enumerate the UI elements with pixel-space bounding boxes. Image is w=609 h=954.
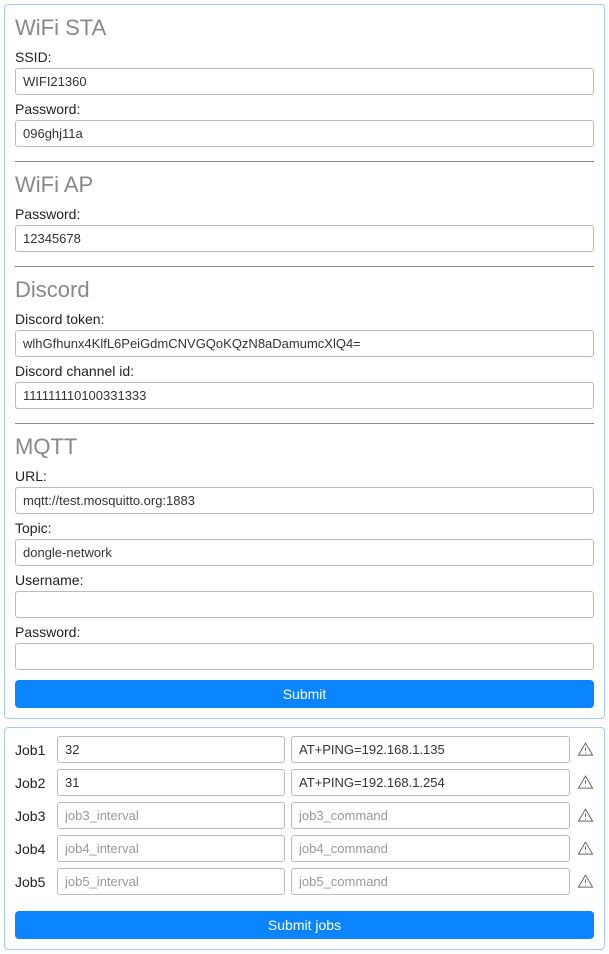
warning-icon[interactable] xyxy=(576,741,594,759)
warning-icon[interactable] xyxy=(576,840,594,858)
submit-button[interactable]: Submit xyxy=(15,680,594,708)
job-command-input[interactable] xyxy=(291,835,570,862)
job-interval-input[interactable] xyxy=(57,802,285,829)
mqtt-username-label: Username: xyxy=(15,572,594,588)
divider xyxy=(15,161,594,162)
job-command-input[interactable] xyxy=(291,736,570,763)
mqtt-url-label: URL: xyxy=(15,468,594,484)
wifi-ap-password-input[interactable] xyxy=(15,225,594,252)
job-interval-input[interactable] xyxy=(57,868,285,895)
divider xyxy=(15,423,594,424)
job-interval-input[interactable] xyxy=(57,835,285,862)
job-interval-input[interactable] xyxy=(57,736,285,763)
wifi-sta-password-label: Password: xyxy=(15,101,594,117)
job-command-input[interactable] xyxy=(291,769,570,796)
warning-icon[interactable] xyxy=(576,807,594,825)
job-command-input[interactable] xyxy=(291,802,570,829)
mqtt-password-input[interactable] xyxy=(15,643,594,670)
wifi-ap-heading: WiFi AP xyxy=(15,172,594,198)
mqtt-username-input[interactable] xyxy=(15,591,594,618)
discord-channel-input[interactable] xyxy=(15,382,594,409)
job-row: Job4 xyxy=(15,835,594,862)
warning-icon[interactable] xyxy=(576,774,594,792)
jobs-panel: Job1 Job2 Job3 Job4 Job5 Submit jobs xyxy=(4,727,605,950)
job-label: Job1 xyxy=(15,742,51,758)
mqtt-topic-label: Topic: xyxy=(15,520,594,536)
job-label: Job3 xyxy=(15,808,51,824)
job-row: Job5 xyxy=(15,868,594,895)
job-label: Job5 xyxy=(15,874,51,890)
job-interval-input[interactable] xyxy=(57,769,285,796)
job-row: Job3 xyxy=(15,802,594,829)
job-label: Job4 xyxy=(15,841,51,857)
discord-token-label: Discord token: xyxy=(15,311,594,327)
job-row: Job1 xyxy=(15,736,594,763)
warning-icon[interactable] xyxy=(576,873,594,891)
wifi-sta-password-input[interactable] xyxy=(15,120,594,147)
config-panel: WiFi STA SSID: Password: WiFi AP Passwor… xyxy=(4,4,605,719)
discord-token-input[interactable] xyxy=(15,330,594,357)
mqtt-topic-input[interactable] xyxy=(15,539,594,566)
discord-channel-label: Discord channel id: xyxy=(15,363,594,379)
divider xyxy=(15,266,594,267)
wifi-ap-password-label: Password: xyxy=(15,206,594,222)
mqtt-url-input[interactable] xyxy=(15,487,594,514)
ssid-input[interactable] xyxy=(15,68,594,95)
job-label: Job2 xyxy=(15,775,51,791)
ssid-label: SSID: xyxy=(15,49,594,65)
submit-jobs-button[interactable]: Submit jobs xyxy=(15,911,594,939)
job-command-input[interactable] xyxy=(291,868,570,895)
job-row: Job2 xyxy=(15,769,594,796)
mqtt-password-label: Password: xyxy=(15,624,594,640)
mqtt-heading: MQTT xyxy=(15,434,594,460)
discord-heading: Discord xyxy=(15,277,594,303)
wifi-sta-heading: WiFi STA xyxy=(15,15,594,41)
